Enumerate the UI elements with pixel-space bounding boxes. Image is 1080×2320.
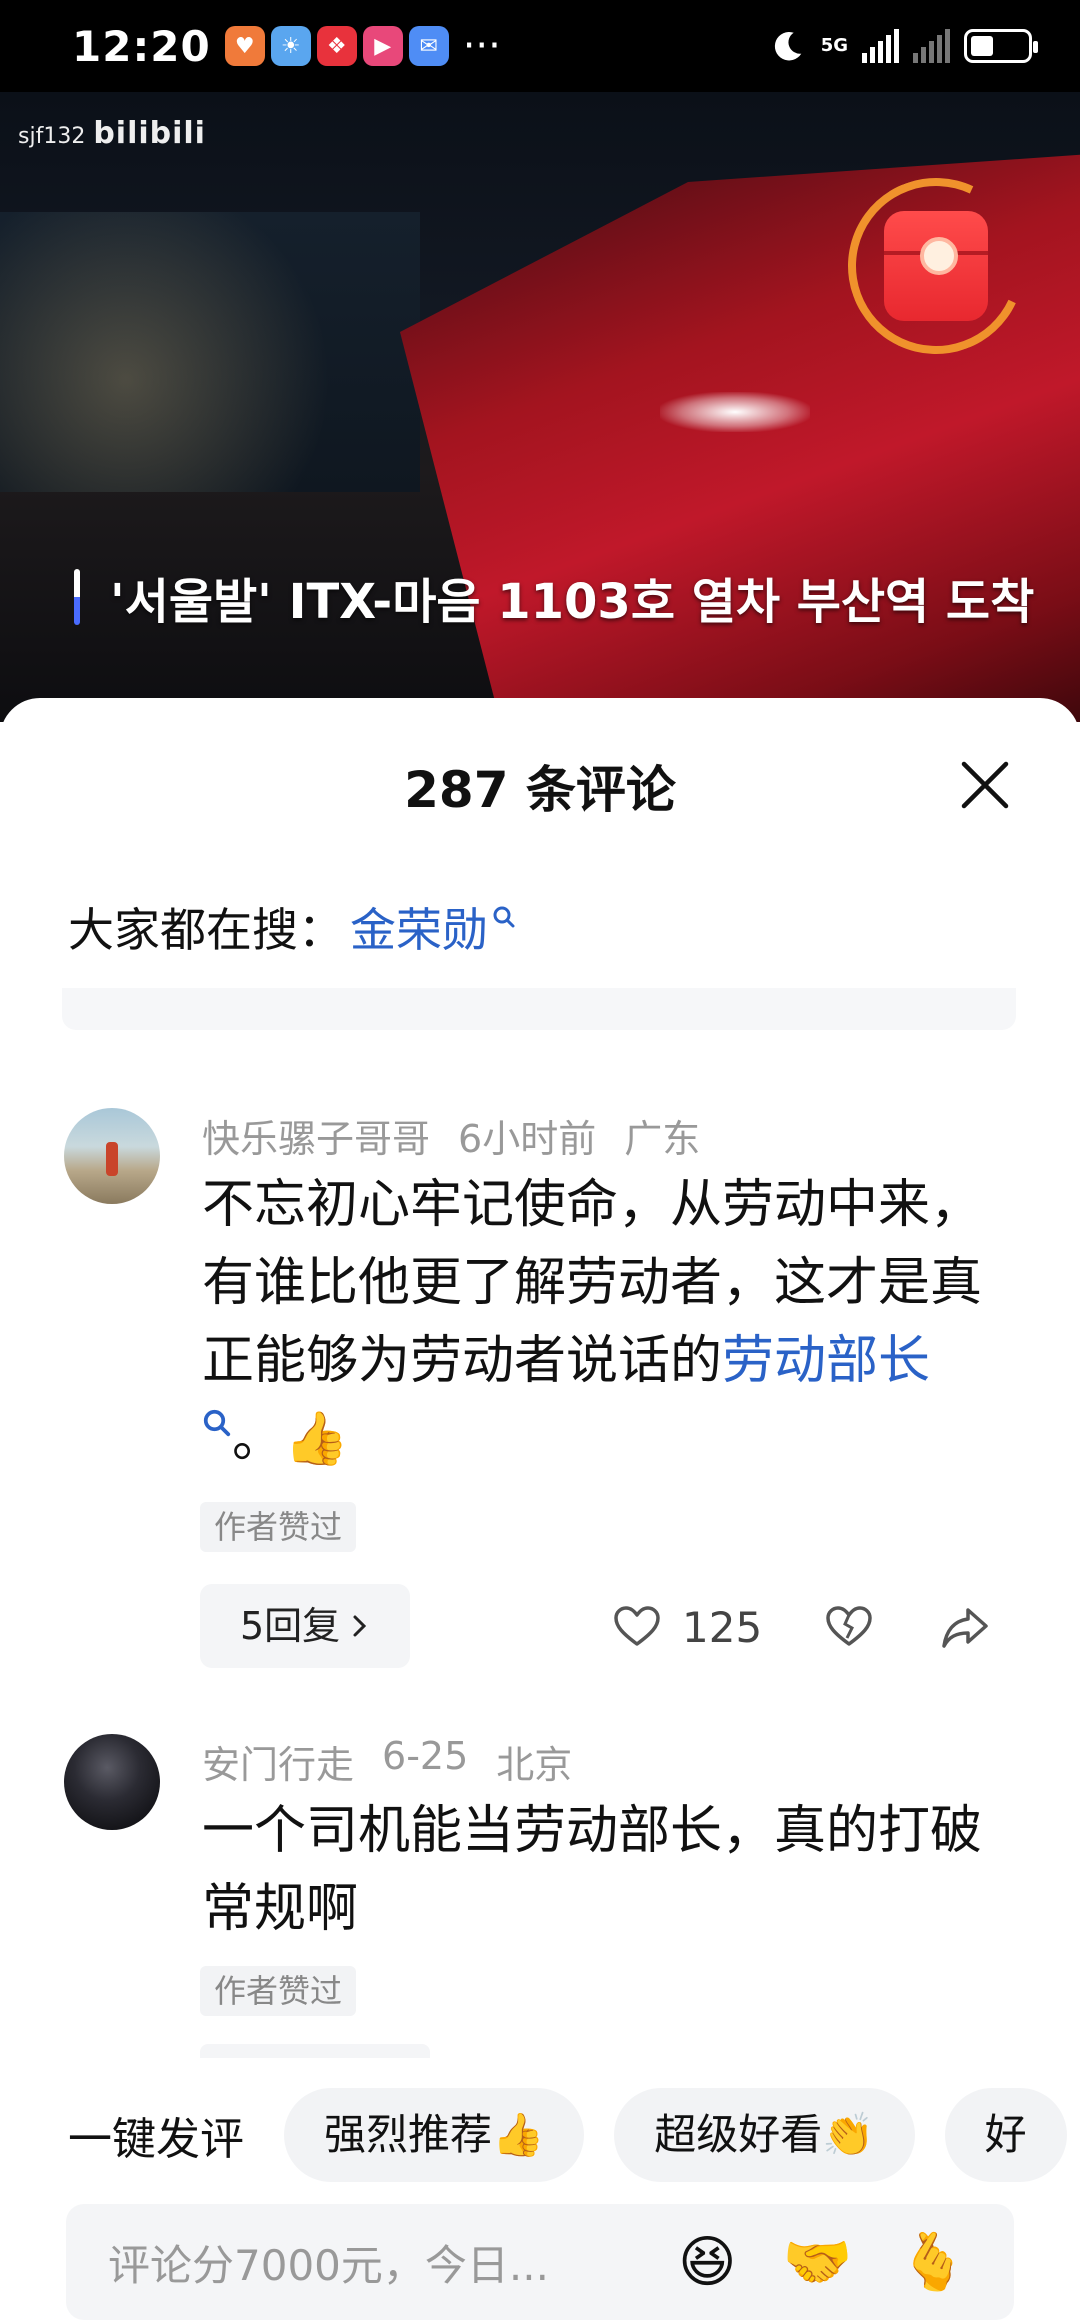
signal-2-icon xyxy=(913,29,950,63)
username[interactable]: 快乐骡子哥哥 xyxy=(202,1108,430,1163)
do-not-disturb-icon xyxy=(774,31,801,61)
comments-sheet: 287 条评论 大家都在搜： 金荣勋 快乐骡子哥哥 6小时前 广东 不忘初心牢记… xyxy=(0,698,1080,2320)
quick-comment-chip[interactable]: 强烈推荐👍 xyxy=(284,2088,585,2182)
search-icon xyxy=(203,1409,231,1437)
comment-meta: 安门行走 6-25 北京 xyxy=(202,1734,572,1789)
network-type: 5G xyxy=(820,35,848,56)
share-icon[interactable] xyxy=(940,1602,990,1652)
comment-actions: 125 xyxy=(612,1602,990,1652)
finger-heart-emoji-icon[interactable]: 🫰 xyxy=(898,2229,968,2295)
author-liked-badge: 作者赞过 xyxy=(200,1502,357,1552)
battery-icon xyxy=(964,29,1038,63)
watermark-user: sjf132 xyxy=(18,124,86,149)
quick-comment-row: 一键发评 强烈推荐👍 超级好看👏 好 xyxy=(0,2080,1080,2190)
broken-heart-icon[interactable] xyxy=(824,1602,874,1652)
quick-comment-chip[interactable]: 好 xyxy=(944,2088,1067,2182)
like-count: 125 xyxy=(682,1602,763,1652)
heart-icon xyxy=(614,1606,660,1646)
like-button[interactable]: 125 xyxy=(612,1602,762,1652)
comment-input-bar[interactable]: 评论分7000元，今日... 😆 🤝 🫰 xyxy=(66,2204,1014,2320)
caption-text: '서울발' ITX-마음 1103호 열차 부산역 도착 xyxy=(110,574,1035,630)
app-notification-icon: ♥ xyxy=(224,26,265,66)
close-icon[interactable] xyxy=(958,758,1012,812)
comment-location: 北京 xyxy=(496,1743,573,1787)
trending-search-link[interactable]: 金荣勋 xyxy=(350,894,516,960)
video-background xyxy=(0,212,420,492)
comment-time: 6小时前 xyxy=(458,1117,597,1161)
comment-location: 广东 xyxy=(624,1117,701,1161)
comments-title: 287 条评论 xyxy=(404,761,676,819)
author-liked-badge: 作者赞过 xyxy=(200,1966,357,2016)
weather-app-icon: ☀ xyxy=(270,26,311,66)
trending-search-term: 金荣勋 xyxy=(350,903,488,957)
comment-time: 6-25 xyxy=(382,1734,469,1778)
laughing-emoji-icon[interactable]: 😆 xyxy=(678,2230,736,2295)
comment-text-tail: 。👍 xyxy=(232,1409,349,1469)
video-app-icon: ▶ xyxy=(362,26,403,66)
quick-comment-label: 一键发评 xyxy=(68,2114,244,2165)
message-app-icon: ✉ xyxy=(408,26,449,66)
status-bar: 12:20 ♥ ☀ ❖ ▶ ✉ ··· 5G xyxy=(0,0,1080,92)
signal-icon xyxy=(862,29,899,63)
quick-comment-chip[interactable]: 超级好看👏 xyxy=(614,2088,915,2182)
more-notifications-icon: ··· xyxy=(462,23,501,69)
handshake-emoji-icon[interactable]: 🤝 xyxy=(783,2229,853,2295)
replies-button[interactable]: 5回复 xyxy=(200,1584,411,1668)
previous-comment-fragment xyxy=(62,988,1016,1030)
comment-input[interactable]: 评论分7000元，今日... xyxy=(108,2232,678,2293)
avatar[interactable] xyxy=(64,1108,160,1204)
comment-text: 不忘初心牢记使命，从劳动中来，有谁比他更了解劳动者，这才是真正能够为劳动者说话的… xyxy=(202,1166,1022,1478)
search-icon xyxy=(493,906,515,928)
trending-search: 大家都在搜： 金荣勋 xyxy=(68,894,516,960)
replies-count: 5回复 xyxy=(240,1604,341,1648)
username[interactable]: 安门行走 xyxy=(202,1734,354,1789)
highlight-link[interactable]: 劳动部长 xyxy=(722,1331,930,1391)
video-player[interactable]: sjf132 bilibili '서울발' ITX-마음 1103호 열차 부산… xyxy=(0,92,1080,722)
shopping-app-icon: ❖ xyxy=(316,26,357,66)
replies-button-fragment xyxy=(200,2044,430,2058)
comment-text: 一个司机能当劳动部长，真的打破常规啊 xyxy=(202,1801,983,1939)
chevron-right-icon xyxy=(353,1615,367,1637)
bilibili-logo: bilibili xyxy=(93,116,206,151)
comment-meta: 快乐骡子哥哥 6小时前 广东 xyxy=(202,1108,700,1163)
caption-marker xyxy=(74,569,80,625)
red-packet-icon xyxy=(884,211,988,321)
trending-search-label: 大家都在搜： xyxy=(68,903,344,957)
clock: 12:20 xyxy=(72,21,211,71)
notification-icons: ♥ ☀ ❖ ▶ ✉ xyxy=(224,26,449,66)
avatar[interactable] xyxy=(64,1734,160,1830)
video-light xyxy=(660,392,810,432)
video-caption: '서울발' ITX-마음 1103호 열차 부산역 도착 xyxy=(74,562,1034,632)
watermark: sjf132 bilibili xyxy=(18,116,206,151)
